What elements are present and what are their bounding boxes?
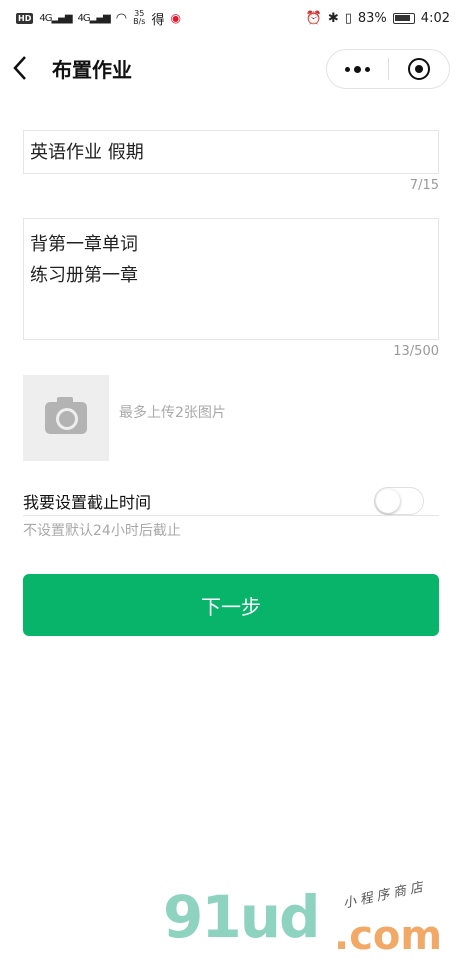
title-char-counter: 7/15: [409, 178, 439, 193]
homework-title-input[interactable]: 英语作业 假期: [23, 130, 439, 174]
signal-strength-1: 4G▂▄▆: [39, 12, 72, 24]
status-right: ⏰ ✱ ▯ 83% 4:02: [306, 11, 450, 26]
battery-icon: [392, 12, 415, 24]
battery-percent: 83%: [357, 10, 387, 26]
network-speed: 35 B/s: [133, 10, 145, 26]
alarm-icon: ⏰: [305, 10, 322, 26]
next-step-button[interactable]: 下一步: [23, 574, 439, 636]
more-dots-icon[interactable]: [327, 50, 388, 88]
signal-label-1: 4G: [39, 12, 52, 24]
speed-unit: B/s: [133, 17, 146, 26]
back-chevron-left-icon[interactable]: [12, 52, 40, 84]
deadline-label: 我要设置截止时间: [23, 493, 152, 512]
image-upload-button[interactable]: [23, 375, 109, 461]
page-title: 布置作业: [52, 58, 132, 82]
status-left: HD 4G▂▄▆ 4G▂▄▆ ◠ 35 B/s 得 ◉: [16, 9, 181, 28]
toggle-knob: [376, 489, 400, 513]
signal-strength-2: 4G▂▄▆: [77, 12, 111, 24]
weibo-icon: ◉: [170, 11, 181, 25]
wifi-icon: ◠: [115, 10, 128, 26]
upload-hint: 最多上传2张图片: [119, 405, 226, 421]
content-char-counter: 13/500: [393, 344, 439, 359]
hd-badge: HD: [16, 12, 34, 24]
navigation-bar: 布置作业: [0, 44, 462, 92]
app-notification-icon: 得: [151, 12, 165, 28]
close-target-icon[interactable]: [389, 50, 449, 88]
clock: 4:02: [420, 10, 450, 26]
bluetooth-icon: ✱: [327, 10, 339, 26]
status-bar: HD 4G▂▄▆ 4G▂▄▆ ◠ 35 B/s 得 ◉ ⏰ ✱ ▯ 83% 4:0…: [0, 0, 462, 36]
divider: [23, 515, 439, 516]
signal-label-2: 4G: [77, 12, 91, 24]
camera-icon: [45, 397, 87, 434]
mini-program-capsule: [326, 49, 450, 89]
watermark-suffix: .com: [334, 913, 443, 959]
watermark-tagline: 小程序商店: [341, 879, 429, 912]
watermark-brand: 91ud: [163, 883, 321, 951]
homework-content-textarea[interactable]: 背第一章单词 练习册第一章: [23, 218, 439, 340]
deadline-note: 不设置默认24小时后截止: [23, 523, 181, 539]
vibrate-icon: ▯: [344, 10, 352, 26]
deadline-toggle-switch[interactable]: [374, 487, 424, 515]
